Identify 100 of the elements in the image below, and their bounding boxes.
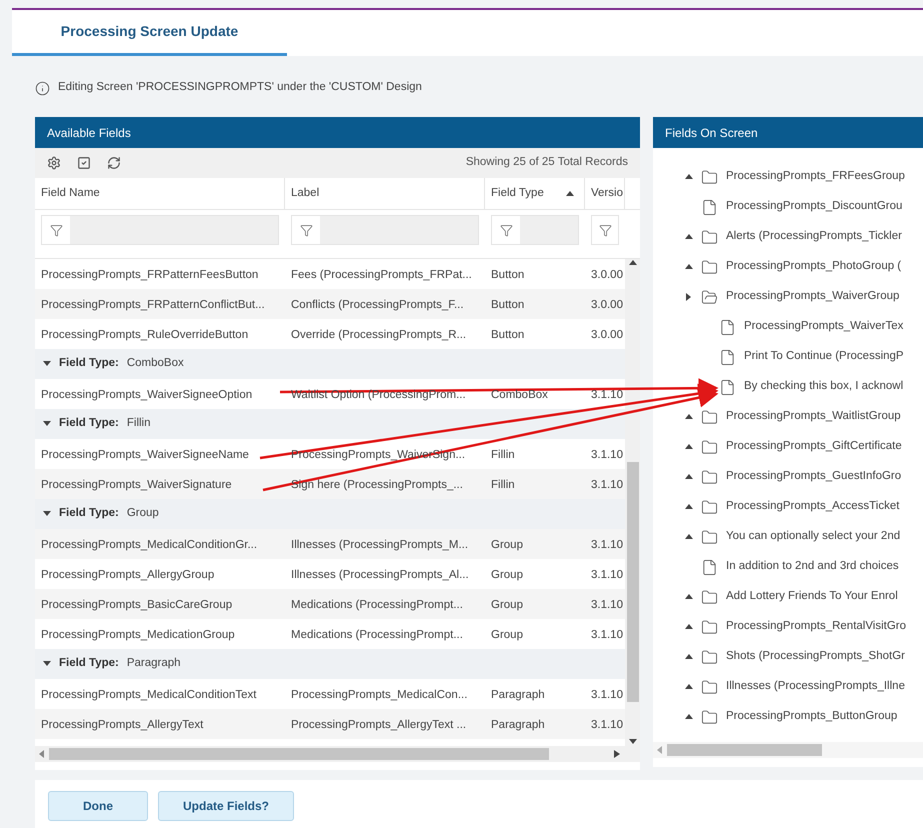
action-button[interactable]: Done — [48, 791, 148, 821]
scroll-right-icon[interactable] — [614, 750, 620, 758]
tree-item[interactable]: Add Lottery Friends To Your Enrol — [726, 588, 898, 606]
table-cell: 3.1.10 — [591, 689, 623, 701]
tree-item[interactable]: Print To Continue (ProcessingP — [744, 348, 904, 366]
tree-item[interactable]: ProcessingPrompts_FRFeesGroup — [726, 168, 905, 186]
expand-caret-icon[interactable] — [685, 713, 693, 721]
expand-caret-icon[interactable] — [685, 683, 693, 691]
column-header[interactable]: Versio — [585, 178, 625, 209]
filter-field[interactable] — [491, 215, 579, 245]
folder-icon — [701, 498, 718, 516]
tree-item[interactable]: ProcessingPrompts_RentalVisitGro — [726, 618, 906, 636]
action-button[interactable]: Update Fields? — [158, 791, 294, 821]
table-cell: 3.1.10 — [591, 539, 623, 551]
tree-item[interactable]: ProcessingPrompts_PhotoGroup ( — [726, 258, 902, 276]
filter-field[interactable] — [41, 215, 279, 245]
table-cell: ProcessingPrompts_WaiverSigneeOption — [41, 389, 252, 401]
settings-icon[interactable] — [47, 156, 61, 170]
file-icon — [719, 318, 736, 336]
filter-field[interactable] — [591, 215, 619, 245]
table-cell: Button — [491, 269, 524, 281]
expand-caret-icon[interactable] — [685, 263, 693, 271]
tree-item[interactable]: Illnesses (ProcessingPrompts_Illne — [726, 678, 905, 696]
scroll-up-icon[interactable] — [628, 259, 636, 267]
table-cell: ProcessingPrompts_MedicalCon... — [291, 689, 468, 701]
column-header[interactable]: Field Type — [485, 178, 585, 209]
panel-header: Available Fields — [35, 117, 640, 148]
table-cell: ProcessingPrompts_WaiverSignature — [41, 479, 232, 491]
expand-caret-icon[interactable] — [685, 533, 693, 541]
table-cell: Sign here (ProcessingPrompts_... — [291, 479, 463, 491]
column-header[interactable]: Label — [285, 178, 485, 209]
folder-icon — [701, 438, 718, 456]
filter-icon — [50, 224, 62, 236]
horizontal-scrollbar[interactable] — [653, 742, 923, 758]
table-cell: Button — [491, 329, 524, 341]
expand-caret-icon[interactable] — [685, 233, 693, 241]
folder-icon — [701, 168, 718, 186]
table-cell: ComboBox — [491, 389, 548, 401]
tree-item[interactable]: ProcessingPrompts_ButtonGroup — [726, 708, 898, 726]
table-cell: ProcessingPrompts_BasicCareGroup — [41, 599, 232, 611]
horizontal-scrollbar[interactable] — [35, 746, 640, 762]
scroll-left-icon[interactable] — [39, 750, 45, 758]
tree-item[interactable]: ProcessingPrompts_GuestInfoGro — [726, 468, 902, 486]
tree-item[interactable]: ProcessingPrompts_WaiverGroup — [726, 288, 900, 306]
vertical-scrollbar[interactable] — [625, 259, 640, 746]
tree-item[interactable]: By checking this box, I acknowl — [744, 378, 904, 396]
table-cell: Conflicts (ProcessingPrompts_F... — [291, 299, 464, 311]
expand-caret-icon[interactable] — [685, 593, 693, 601]
expand-caret-icon[interactable] — [685, 503, 693, 511]
tree-item[interactable]: ProcessingPrompts_WaitlistGroup — [726, 408, 901, 426]
folder-icon — [701, 228, 718, 246]
table-cell: ProcessingPrompts_AllergyGroup — [41, 569, 214, 581]
expand-caret-icon[interactable] — [685, 173, 693, 181]
tree-item[interactable]: ProcessingPrompts_WaiverTex — [744, 318, 904, 336]
refresh-icon[interactable] — [107, 156, 121, 170]
table-cell: 3.1.10 — [591, 569, 623, 581]
table-cell: 3.1.10 — [591, 449, 623, 461]
table-cell: Medications (ProcessingPrompt... — [291, 599, 463, 611]
file-icon — [719, 348, 736, 366]
folder-icon — [701, 588, 718, 606]
tree-item[interactable]: Alerts (ProcessingPrompts_Tickler — [726, 228, 902, 246]
filter-field[interactable] — [291, 215, 479, 245]
table-cell: 3.1.10 — [591, 389, 623, 401]
collapse-caret-icon[interactable] — [43, 420, 51, 428]
table-cell: ProcessingPrompts_AllergyText ... — [291, 719, 466, 731]
expand-caret-icon[interactable] — [685, 653, 693, 661]
tree-item[interactable]: ProcessingPrompts_DiscountGrou — [726, 198, 902, 216]
tree-item[interactable]: ProcessingPrompts_GiftCertificate — [726, 438, 902, 456]
table-cell: ProcessingPrompts_RuleOverrideButton — [41, 329, 248, 341]
folder-icon — [701, 678, 718, 696]
expand-caret-icon[interactable] — [685, 473, 693, 481]
tree-item[interactable]: In addition to 2nd and 3rd choices — [726, 558, 899, 576]
collapse-caret-icon[interactable] — [43, 660, 51, 668]
expand-caret-icon[interactable] — [685, 443, 693, 451]
table-cell: ProcessingPrompts_FRPatternFeesButton — [41, 269, 258, 281]
tree-item[interactable]: ProcessingPrompts_AccessTicket — [726, 498, 900, 516]
table-cell: Group — [491, 569, 523, 581]
info-icon — [35, 80, 50, 96]
tree-item[interactable]: You can optionally select your 2nd — [726, 528, 900, 546]
expand-caret-icon[interactable] — [685, 293, 693, 301]
tree-item[interactable]: Shots (ProcessingPrompts_ShotGr — [726, 648, 905, 666]
expand-caret-icon[interactable] — [685, 623, 693, 631]
table-cell: Group — [491, 629, 523, 641]
sort-icon[interactable] — [566, 190, 574, 198]
table-cell: 3.1.10 — [591, 629, 623, 641]
table-cell: Group — [491, 599, 523, 611]
expand-caret-icon[interactable] — [685, 413, 693, 421]
filter-icon — [598, 224, 612, 236]
folder-icon — [701, 618, 718, 636]
check-square-icon[interactable] — [77, 156, 91, 170]
table-cell: 3.1.10 — [591, 599, 623, 611]
folder-icon — [701, 408, 718, 426]
table-cell: Medications (ProcessingPrompt... — [291, 629, 463, 641]
group-value: Fillin — [126, 416, 150, 432]
table-cell: 3.1.10 — [591, 719, 623, 731]
table-cell: 3.0.00 — [591, 269, 623, 281]
collapse-caret-icon[interactable] — [43, 510, 51, 518]
folder-icon — [701, 648, 718, 666]
column-header[interactable]: Field Name — [35, 178, 285, 209]
collapse-caret-icon[interactable] — [43, 360, 51, 368]
